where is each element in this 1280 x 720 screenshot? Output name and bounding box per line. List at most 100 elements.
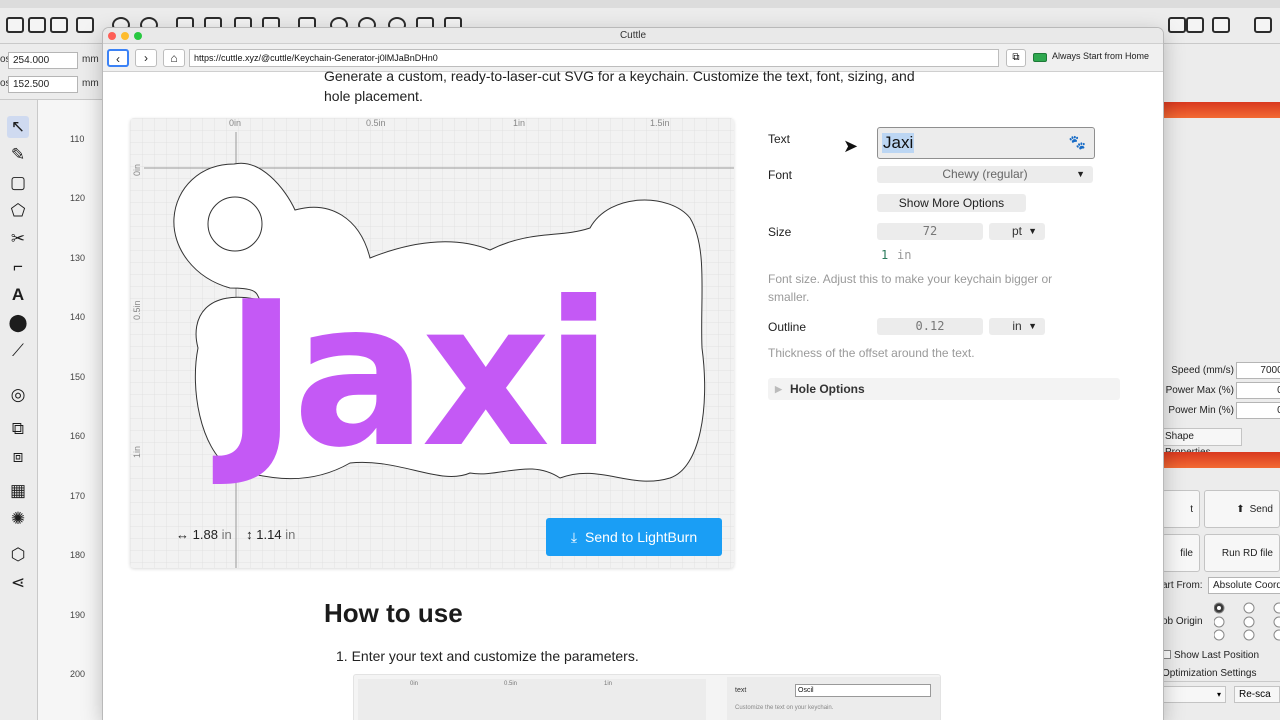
position-marker-icon[interactable]: ⬤	[7, 312, 29, 334]
frame-tool-icon[interactable]: ⌐	[7, 256, 29, 278]
always-start-toggle[interactable]	[1033, 53, 1047, 62]
power-max-input[interactable]: 0.0	[1236, 382, 1280, 399]
size-input[interactable]: 72	[877, 223, 983, 240]
x-unit: mm	[82, 54, 99, 65]
ruler-tick: 140	[70, 312, 86, 322]
start-from-select[interactable]: Absolute Coord	[1208, 577, 1280, 594]
home-icon[interactable]: ⌂	[163, 49, 185, 67]
chevron-down-icon: ▼	[1076, 169, 1085, 179]
power-max-label: Power Max (%)	[1165, 385, 1234, 396]
font-select-value: Chewy (regular)	[942, 167, 1028, 181]
disclosure-triangle-icon: ▶	[775, 384, 782, 394]
maximize-window-icon[interactable]	[134, 32, 142, 40]
x-position-row: os 254.000 mm	[0, 52, 104, 70]
save-icon[interactable]	[50, 17, 68, 33]
text-input[interactable]: Jaxi 🐾	[877, 127, 1095, 159]
node-tool-icon[interactable]: ⬡	[7, 544, 29, 566]
forward-button[interactable]: ›	[135, 49, 157, 67]
import-icon[interactable]	[76, 17, 94, 33]
circular-array-icon[interactable]: ✺	[7, 508, 29, 530]
machine-icon[interactable]	[1212, 17, 1230, 33]
size-inches-unit: in	[897, 248, 912, 262]
rescale-button[interactable]: Re-sca	[1234, 686, 1280, 703]
minimize-window-icon[interactable]	[121, 32, 129, 40]
width-value: 1.88	[192, 527, 218, 542]
shape-properties-tab[interactable]: Shape Properties	[1162, 428, 1242, 458]
send-to-lightburn-button[interactable]: ⤓ Send to LightBurn	[546, 518, 722, 556]
array-tool-icon[interactable]: ▦	[7, 480, 29, 502]
ruler-top-tick: 1.5in	[650, 118, 670, 128]
frame-button[interactable]: t	[1162, 490, 1200, 528]
send-label: Send	[1249, 503, 1273, 515]
height-arrow-icon: ↕	[246, 527, 253, 542]
keychain-hole	[207, 196, 263, 252]
url-bar[interactable]: https://cuttle.xyz/@cuttle/Keychain-Gene…	[189, 49, 999, 67]
lightburn-tools: ↖ ✎ ▢ ⬠ ✂ ⌐ A ⬤ ⟋ ◎ ⧉ ⧈ ▦ ✺ ⬡ ⋖	[0, 100, 38, 720]
show-more-options-button[interactable]: Show More Options	[877, 194, 1026, 212]
rectangle-tool-icon[interactable]: ▢	[7, 172, 29, 194]
open-file-icon[interactable]	[28, 17, 46, 33]
save-file-button[interactable]: file	[1162, 534, 1200, 572]
ruler-left-tick: 0in	[132, 164, 142, 176]
font-select[interactable]: Chewy (regular) ▼	[877, 166, 1093, 183]
optimization-select[interactable]: ▾	[1162, 686, 1226, 703]
y-unit: mm	[82, 78, 99, 89]
ruler-tick: 130	[70, 253, 86, 263]
ruler-tick: 170	[70, 491, 86, 501]
size-unit-select[interactable]: pt ▼	[989, 223, 1045, 240]
weld-tool-icon[interactable]: ⧉	[7, 418, 29, 440]
translate-icon[interactable]: ⧉	[1006, 49, 1026, 67]
text-tool-icon[interactable]: A	[7, 284, 29, 306]
print-icon[interactable]	[1186, 17, 1204, 33]
boolean-tool-icon[interactable]: ⧈	[7, 446, 29, 468]
laser-icon[interactable]	[1168, 17, 1186, 33]
ruler-tick: 160	[70, 431, 86, 441]
mirror-tool-icon[interactable]: ⋖	[7, 572, 29, 594]
design-canvas[interactable]: 0in 0.5in 1in 1.5in 0in 0.5in 1in Jaxi ↔…	[130, 118, 734, 568]
outline-unit-select[interactable]: in ▼	[989, 318, 1045, 335]
offset-tool-icon[interactable]: ◎	[7, 384, 29, 406]
back-button[interactable]: ‹	[107, 49, 129, 67]
height-value: 1.14	[256, 527, 282, 542]
new-file-icon[interactable]	[6, 17, 24, 33]
settings-icon[interactable]	[1254, 17, 1272, 33]
speed-input[interactable]: 7000.0	[1236, 362, 1280, 379]
window-titlebar: Cuttle	[103, 28, 1163, 44]
power-min-input[interactable]: 0.0	[1236, 402, 1280, 419]
run-rd-file-button[interactable]: Run RD file	[1204, 534, 1280, 572]
cuttle-window: Cuttle ‹ › ⌂ https://cuttle.xyz/@cuttle/…	[103, 28, 1163, 720]
preview-canvas: 0in 0.5in 1in	[358, 679, 706, 720]
paw-icon[interactable]: 🐾	[1069, 134, 1086, 151]
ruler-left-tick: 0.5in	[132, 300, 142, 320]
outline-input[interactable]: 0.12	[877, 318, 983, 335]
height-unit: in	[285, 527, 296, 542]
preview-tick: 1in	[604, 681, 613, 687]
send-button[interactable]: ⬆ Send	[1204, 490, 1280, 528]
measure-tool-icon[interactable]: ⟋	[7, 340, 29, 362]
x-position-input[interactable]: 254.000	[8, 52, 78, 69]
intro-text: Generate a custom, ready-to-laser-cut SV…	[324, 66, 964, 106]
y-position-input[interactable]: 152.500	[8, 76, 78, 93]
job-origin-grid[interactable]	[1213, 602, 1280, 642]
ruler-tick: 110	[70, 134, 85, 144]
edit-nodes-icon[interactable]: ✂	[7, 228, 29, 250]
optimization-settings-label[interactable]: Optimization Settings	[1162, 668, 1280, 682]
select-tool-icon[interactable]: ↖	[7, 116, 29, 138]
pen-tool-icon[interactable]: ✎	[7, 144, 29, 166]
font-label: Font	[768, 168, 793, 182]
vertical-ruler: 110 120 130 140 150 160 170 180 190 200	[38, 100, 104, 720]
coordinate-panel: os 254.000 mm os 152.500 mm	[0, 44, 104, 100]
job-origin-radios[interactable]	[1213, 602, 1280, 642]
ruler-tick: 190	[70, 610, 86, 620]
preview-text-input: Oscil	[795, 684, 931, 697]
show-last-position-label: Show Last Position	[1174, 650, 1260, 661]
polygon-tool-icon[interactable]: ⬠	[7, 200, 29, 222]
show-last-position-checkbox[interactable]: Show Last Position	[1162, 648, 1280, 664]
chevron-down-icon: ▼	[1028, 321, 1037, 331]
text-label: Text	[768, 132, 791, 146]
step-1-text: 1. Enter your text and customize the par…	[336, 648, 639, 664]
close-window-icon[interactable]	[108, 32, 116, 40]
hole-options-toggle[interactable]: ▶ Hole Options	[768, 378, 1120, 400]
preview-panel: text Oscil Customize the text on your ke…	[727, 677, 940, 720]
how-to-use-heading: How to use	[324, 598, 463, 628]
